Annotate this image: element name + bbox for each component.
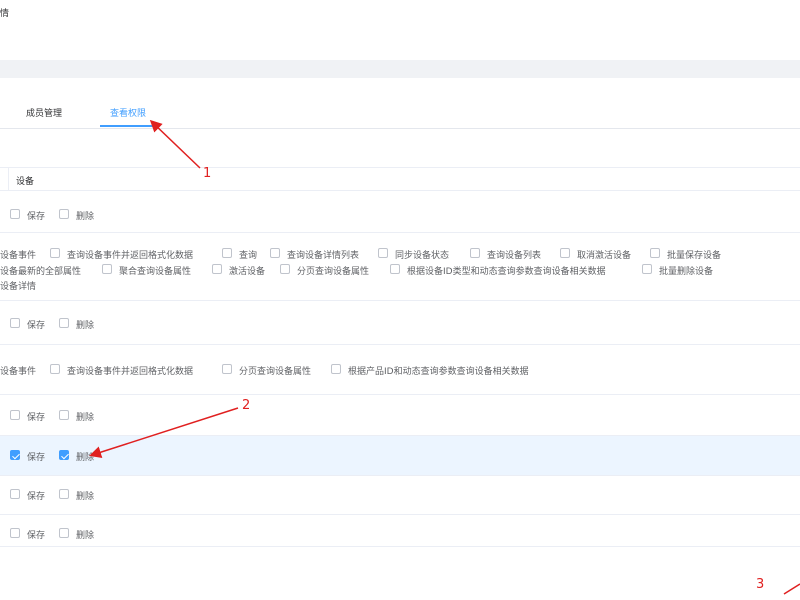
arrow-2 <box>89 407 239 458</box>
annotation-2: 2 <box>242 398 251 413</box>
annotation-3: 3 <box>756 577 765 592</box>
annotation-1: 1 <box>203 166 212 181</box>
arrow-1 <box>149 119 201 169</box>
annotation-arrows <box>89 119 800 595</box>
arrow-3 <box>783 583 800 595</box>
